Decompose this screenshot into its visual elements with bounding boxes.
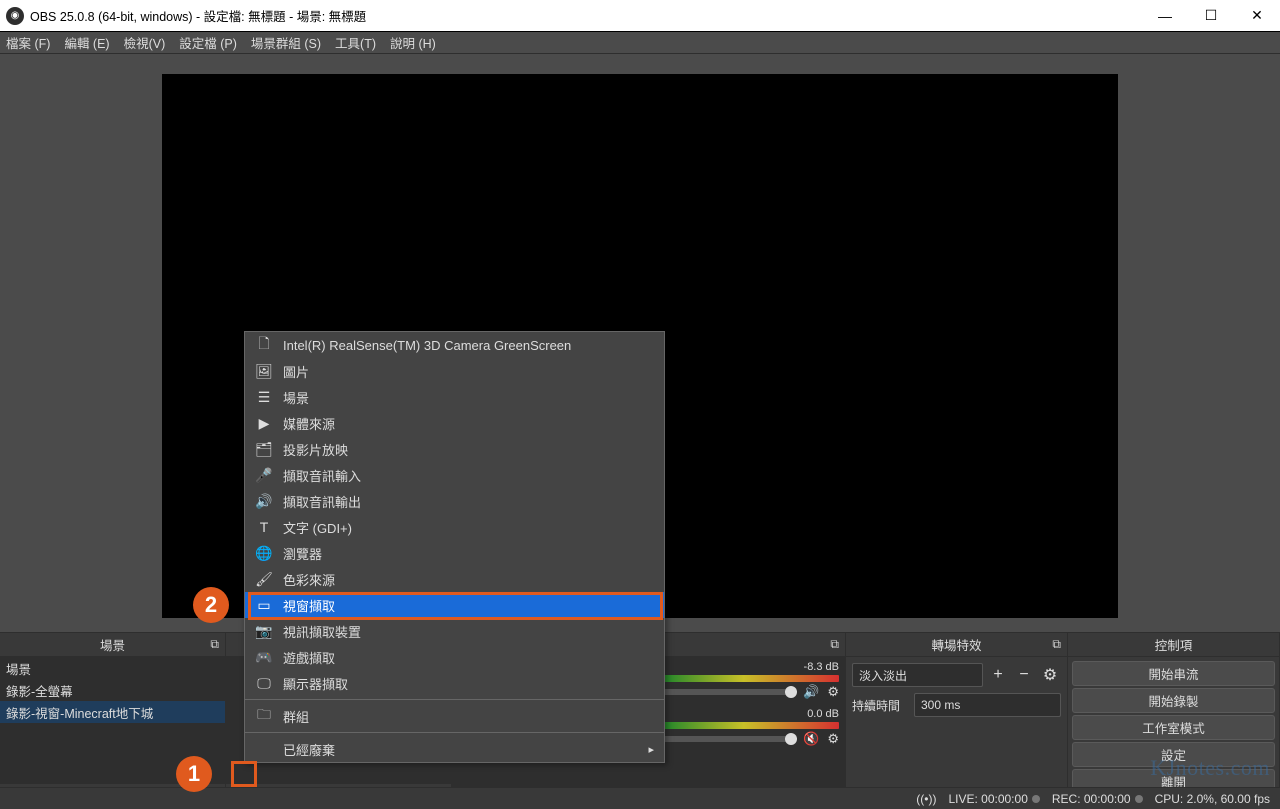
cm-display-capture[interactable]: 🖵顯示器擷取: [245, 670, 664, 696]
menu-profile[interactable]: 設定檔 (P): [179, 33, 237, 52]
transitions-header: 轉場特效 ⧉: [846, 633, 1067, 657]
cm-slideshow[interactable]: 🗂投影片放映: [245, 436, 664, 462]
annotation-box-1: [231, 761, 257, 787]
scenes-title: 場景: [100, 635, 125, 654]
cm-scene[interactable]: ☰場景: [245, 384, 664, 410]
transition-properties-button[interactable]: ⚙: [1039, 664, 1061, 686]
live-status: LIVE: 00:00:00: [948, 792, 1039, 806]
cm-audio-input[interactable]: 🎤擷取音訊輸入: [245, 462, 664, 488]
popout-icon[interactable]: ⧉: [1052, 637, 1061, 652]
list-icon: ☰: [255, 388, 273, 406]
scene-item-selected[interactable]: 錄影-視窗-Minecraft地下城: [0, 701, 225, 723]
cm-audio-output[interactable]: 🔊擷取音訊輸出: [245, 488, 664, 514]
text-icon: T: [255, 518, 273, 536]
menu-view[interactable]: 檢視(V): [124, 33, 166, 52]
controls-title: 控制項: [1155, 635, 1193, 654]
close-button[interactable]: ✕: [1234, 0, 1280, 31]
remove-transition-button[interactable]: −: [1013, 664, 1035, 686]
app-icon: ◉: [6, 7, 24, 25]
mute-icon[interactable]: 🔇: [803, 731, 819, 747]
gamepad-icon: 🎮: [255, 648, 273, 666]
scene-item[interactable]: 錄影-全螢幕: [0, 679, 225, 701]
minimize-button[interactable]: —: [1142, 0, 1188, 31]
cm-text[interactable]: T文字 (GDI+): [245, 514, 664, 540]
document-icon: 🗋: [255, 336, 273, 354]
start-streaming-button[interactable]: 開始串流: [1072, 661, 1275, 686]
studio-mode-button[interactable]: 工作室模式: [1072, 715, 1275, 740]
scene-item[interactable]: 場景: [0, 657, 225, 679]
add-transition-button[interactable]: +: [987, 664, 1009, 686]
cm-deprecated[interactable]: 已經廢棄▸: [245, 736, 664, 762]
broadcast-icon: ((•)): [916, 792, 936, 806]
popout-icon[interactable]: ⧉: [210, 637, 219, 652]
menu-edit[interactable]: 編輯 (E): [64, 33, 109, 52]
gear-icon[interactable]: ⚙: [827, 731, 839, 747]
separator: [245, 699, 664, 700]
duration-label: 持續時間: [852, 697, 908, 714]
slideshow-icon: 🗂: [255, 440, 273, 458]
controls-panel: 控制項 開始串流 開始錄製 工作室模式 設定 離開: [1068, 633, 1280, 809]
menu-file[interactable]: 檔案 (F): [6, 33, 50, 52]
mixer-db: 0.0 dB: [785, 708, 839, 720]
cm-media[interactable]: ▶媒體來源: [245, 410, 664, 436]
transition-select[interactable]: 淡入淡出: [852, 663, 983, 687]
folder-icon: 🗀: [255, 707, 273, 725]
controls-header: 控制項: [1068, 633, 1279, 657]
cm-group[interactable]: 🗀群組: [245, 703, 664, 729]
play-icon: ▶: [255, 414, 273, 432]
cm-color[interactable]: 🖌色彩來源: [245, 566, 664, 592]
annotation-1: 1: [176, 756, 212, 792]
start-recording-button[interactable]: 開始錄製: [1072, 688, 1275, 713]
window-title: OBS 25.0.8 (64-bit, windows) - 設定檔: 無標題 …: [30, 6, 1142, 25]
cpu-status: CPU: 2.0%, 60.00 fps: [1155, 792, 1270, 806]
menu-scene-collection[interactable]: 場景群組 (S): [251, 33, 321, 52]
cm-realsense[interactable]: 🗋Intel(R) RealSense(TM) 3D Camera GreenS…: [245, 332, 664, 358]
maximize-button[interactable]: ☐: [1188, 0, 1234, 31]
camera-icon: 📷: [255, 622, 273, 640]
speaker-icon: 🔊: [255, 492, 273, 510]
titlebar: ◉ OBS 25.0.8 (64-bit, windows) - 設定檔: 無標…: [0, 0, 1280, 32]
separator: [245, 732, 664, 733]
rec-status: REC: 00:00:00: [1052, 792, 1143, 806]
gear-icon[interactable]: ⚙: [827, 684, 839, 700]
menu-help[interactable]: 說明 (H): [390, 33, 436, 52]
brush-icon: 🖌: [255, 570, 273, 588]
menubar: 檔案 (F) 編輯 (E) 檢視(V) 設定檔 (P) 場景群組 (S) 工具(…: [0, 32, 1280, 54]
cm-game-capture[interactable]: 🎮遊戲擷取: [245, 644, 664, 670]
menu-tools[interactable]: 工具(T): [335, 33, 376, 52]
cm-browser[interactable]: 🌐瀏覽器: [245, 540, 664, 566]
image-icon: 🖼: [255, 362, 273, 380]
scenes-header: 場景 ⧉: [0, 633, 225, 657]
mixer-db: -8.3 dB: [785, 661, 839, 673]
speaker-icon[interactable]: 🔊: [803, 684, 819, 700]
annotation-box-2: [248, 592, 663, 620]
transitions-panel: 轉場特效 ⧉ 淡入淡出 + − ⚙ 持續時間 300 ms: [846, 633, 1068, 809]
cm-video-capture[interactable]: 📷視訊擷取裝置: [245, 618, 664, 644]
chevron-right-icon: ▸: [648, 743, 654, 756]
cm-image[interactable]: 🖼圖片: [245, 358, 664, 384]
transitions-title: 轉場特效: [931, 635, 981, 654]
watermark: KJnotes.com: [1150, 755, 1270, 781]
display-icon: 🖵: [255, 674, 273, 692]
duration-input[interactable]: 300 ms: [914, 693, 1061, 717]
annotation-2: 2: [193, 587, 229, 623]
globe-icon: 🌐: [255, 544, 273, 562]
microphone-icon: 🎤: [255, 466, 273, 484]
popout-icon[interactable]: ⧉: [830, 637, 839, 652]
add-source-context-menu: 🗋Intel(R) RealSense(TM) 3D Camera GreenS…: [244, 331, 665, 763]
